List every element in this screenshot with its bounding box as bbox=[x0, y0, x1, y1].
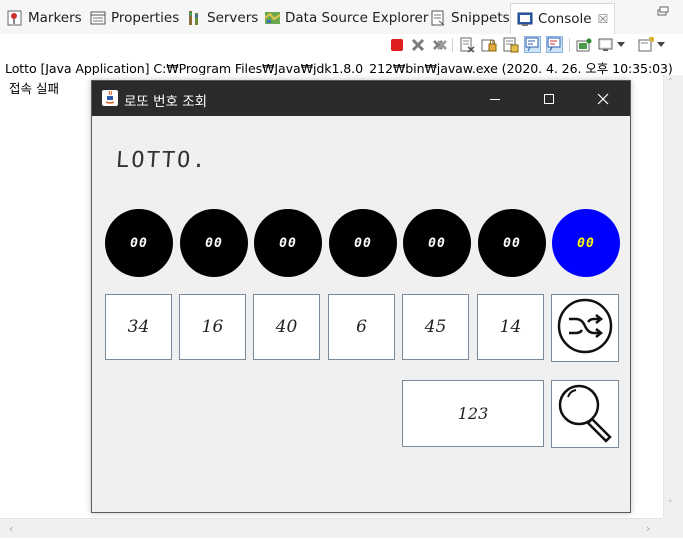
ball-number: 00 bbox=[428, 235, 446, 251]
tab-label: Markers bbox=[28, 10, 82, 26]
tab-console[interactable]: Console ☒ bbox=[510, 3, 616, 34]
chevron-down-icon[interactable] bbox=[616, 36, 626, 53]
scroll-right-icon[interactable]: › bbox=[646, 522, 650, 535]
lotto-logo: LOTTO. bbox=[115, 148, 209, 173]
display-selected-console-icon[interactable] bbox=[597, 36, 614, 53]
window-title: 로또 번호 조회 bbox=[124, 94, 208, 110]
ball-number: 00 bbox=[503, 235, 521, 251]
pin-console-icon[interactable] bbox=[575, 36, 592, 53]
data-source-explorer-icon bbox=[264, 10, 281, 26]
scroll-left-icon[interactable]: ‹ bbox=[9, 522, 13, 535]
servers-icon bbox=[186, 10, 202, 26]
tab-markers[interactable]: Markers bbox=[7, 4, 82, 32]
tab-servers[interactable]: Servers bbox=[186, 4, 258, 32]
number-field-5[interactable]: 45 bbox=[402, 294, 469, 360]
maximize-button[interactable] bbox=[526, 81, 572, 116]
tab-label: Snippets bbox=[451, 10, 510, 26]
console-output-text: 접속 실패 bbox=[9, 81, 59, 96]
lotto-ball-3: 00 bbox=[254, 209, 322, 277]
open-console-icon[interactable] bbox=[637, 36, 654, 53]
horizontal-scrollbar[interactable]: ‹ › bbox=[0, 518, 663, 538]
lotto-ball-6: 00 bbox=[478, 209, 546, 277]
lotto-window: 로또 번호 조회 LOTTO. 00 00 00 00 00 00 00 34 … bbox=[91, 80, 631, 513]
ball-number: 00 bbox=[205, 235, 223, 251]
search-icon bbox=[554, 381, 616, 447]
shuffle-button[interactable] bbox=[551, 294, 619, 362]
word-wrap-icon[interactable] bbox=[502, 36, 519, 53]
window-content: LOTTO. 00 00 00 00 00 00 00 34 16 40 6 4… bbox=[92, 116, 630, 512]
scroll-lock-icon[interactable] bbox=[480, 36, 497, 53]
number-field-4[interactable]: 6 bbox=[328, 294, 395, 360]
terminate-icon[interactable] bbox=[388, 36, 405, 53]
console-toolbar bbox=[0, 34, 683, 56]
tab-label: Console bbox=[538, 11, 592, 27]
view-tab-strip: Markers Properties Servers Data Source E… bbox=[0, 0, 683, 35]
number-field-3[interactable]: 40 bbox=[253, 294, 320, 360]
show-console-stdout-icon[interactable] bbox=[524, 36, 541, 53]
scroll-down-icon[interactable]: ˅ bbox=[668, 500, 673, 510]
close-window-button[interactable] bbox=[580, 81, 626, 116]
ball-number: 00 bbox=[354, 235, 372, 251]
view-menu-icon[interactable] bbox=[656, 36, 666, 53]
java-app-icon bbox=[102, 90, 118, 106]
window-titlebar[interactable]: 로또 번호 조회 bbox=[92, 81, 630, 116]
close-icon[interactable]: ☒ bbox=[598, 12, 609, 26]
clear-console-icon[interactable] bbox=[458, 36, 475, 53]
ball-number: 00 bbox=[130, 235, 148, 251]
tab-label: Servers bbox=[207, 10, 259, 26]
lotto-ball-1: 00 bbox=[105, 209, 173, 277]
tab-properties[interactable]: Properties bbox=[90, 4, 179, 32]
show-console-stderr-icon[interactable] bbox=[546, 36, 563, 53]
round-field[interactable]: 123 bbox=[402, 380, 544, 447]
markers-icon bbox=[7, 10, 23, 26]
properties-icon bbox=[90, 10, 106, 26]
tab-label: Data Source Explorer bbox=[285, 10, 429, 26]
ball-number: 00 bbox=[577, 235, 595, 251]
number-field-2[interactable]: 16 bbox=[179, 294, 246, 360]
tab-label: Properties bbox=[111, 10, 180, 26]
shuffle-icon bbox=[555, 296, 615, 360]
lotto-ball-5: 00 bbox=[403, 209, 471, 277]
tab-snippets[interactable]: Snippets bbox=[430, 4, 510, 32]
vertical-scrollbar[interactable]: ˄ ˅ bbox=[663, 75, 683, 518]
minimize-button[interactable] bbox=[472, 81, 518, 116]
console-icon bbox=[517, 11, 533, 27]
remove-launch-icon[interactable] bbox=[409, 36, 426, 53]
number-field-6[interactable]: 14 bbox=[477, 294, 544, 360]
lotto-bonus-ball: 00 bbox=[552, 209, 620, 277]
number-field-1[interactable]: 34 bbox=[105, 294, 172, 360]
remove-all-terminated-icon[interactable] bbox=[431, 36, 448, 53]
search-button[interactable] bbox=[551, 380, 619, 448]
lotto-ball-2: 00 bbox=[180, 209, 248, 277]
tab-data-source-explorer[interactable]: Data Source Explorer bbox=[264, 4, 428, 32]
snippets-icon bbox=[430, 10, 446, 26]
ball-number: 00 bbox=[279, 235, 297, 251]
minimize-view-icon[interactable] bbox=[657, 6, 669, 16]
scroll-up-icon[interactable]: ˄ bbox=[668, 78, 673, 88]
lotto-ball-4: 00 bbox=[329, 209, 397, 277]
